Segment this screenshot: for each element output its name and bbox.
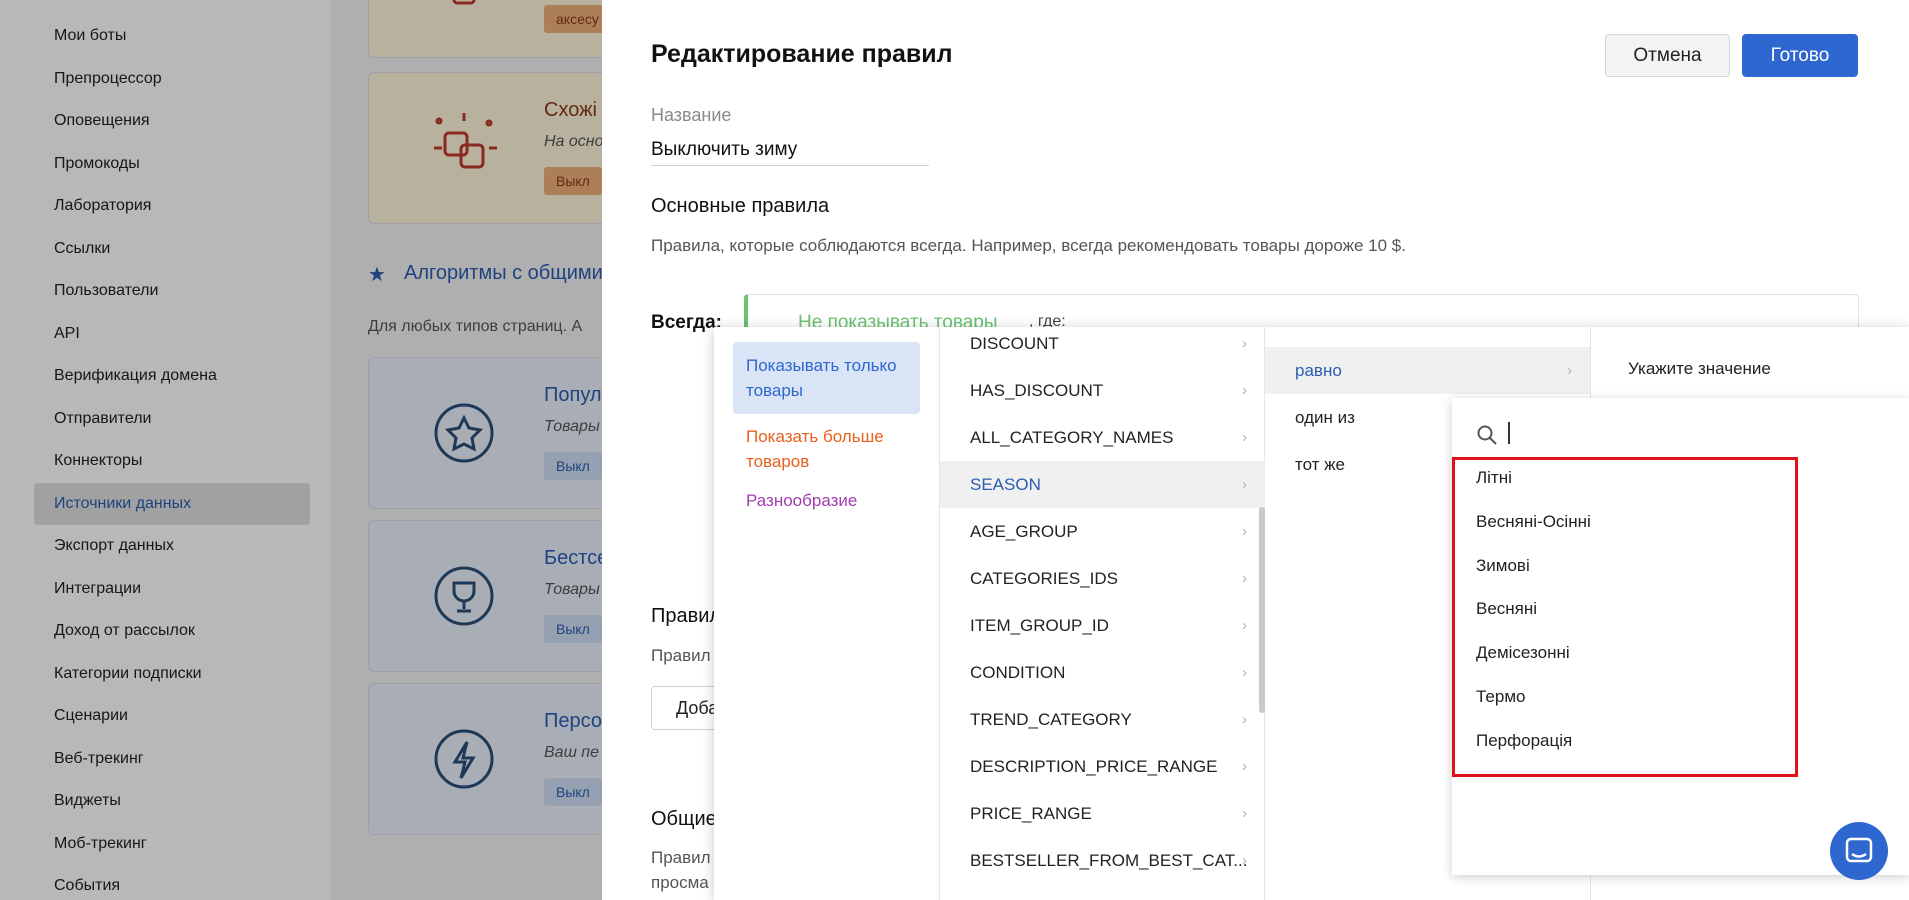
field-option[interactable]: DESCRIPTION_PRICE_RANGE › bbox=[940, 743, 1265, 790]
field-option[interactable]: ITEM_GROUP_ID › bbox=[940, 602, 1265, 649]
chevron-right-icon: › bbox=[1242, 382, 1247, 399]
chevron-right-icon: › bbox=[1242, 758, 1247, 775]
field-option-label: ALL_CATEGORY_NAMES bbox=[970, 428, 1174, 447]
field-option-label: BESTSELLER_FROM_BEST_CAT... bbox=[970, 851, 1248, 870]
operator-label: равно bbox=[1295, 361, 1342, 380]
name-label: Название bbox=[651, 105, 732, 125]
field-option-label: PRICE_RANGE bbox=[970, 804, 1092, 823]
value-prompt: Укажите значение bbox=[1628, 359, 1771, 378]
chevron-right-icon: › bbox=[1242, 335, 1247, 352]
action-show-only[interactable]: Показывать только товары bbox=[733, 342, 920, 414]
chat-button[interactable] bbox=[1830, 822, 1888, 880]
field-option-label: ITEM_GROUP_ID bbox=[970, 616, 1109, 635]
chevron-right-icon: › bbox=[1242, 570, 1247, 587]
highlight-box bbox=[1452, 457, 1798, 777]
field-option[interactable]: PRICE_RANGE › bbox=[940, 790, 1265, 837]
operator-option-selected[interactable]: равно › bbox=[1265, 347, 1590, 394]
rules-section-title: Правил bbox=[651, 605, 722, 627]
general-rules-title: Общие bbox=[651, 808, 717, 830]
field-option-label: DESCRIPTION_PRICE_RANGE bbox=[970, 757, 1218, 776]
general-rules-description: Правил bbox=[651, 848, 711, 867]
operator-label: тот же bbox=[1295, 455, 1346, 474]
rules-section-description: Правил bbox=[651, 646, 711, 665]
field-column: DISCOUNT › HAS_DISCOUNT › ALL_CATEGORY_NAM… bbox=[940, 327, 1265, 900]
cancel-button[interactable]: Отмена bbox=[1605, 34, 1730, 77]
field-option[interactable]: ALL_CATEGORY_NAMES › bbox=[940, 414, 1265, 461]
modal-title: Редактирование правил bbox=[651, 40, 953, 68]
search-icon bbox=[1476, 424, 1498, 446]
chevron-right-icon: › bbox=[1242, 476, 1247, 493]
action-diversity[interactable]: Разнообразие bbox=[733, 477, 920, 524]
chevron-right-icon: › bbox=[1567, 362, 1572, 379]
general-rules-description-line2: просма bbox=[651, 873, 709, 892]
operator-label: один из bbox=[1295, 408, 1355, 427]
search-input-caret[interactable] bbox=[1508, 422, 1510, 444]
field-option-label: CATEGORIES_IDS bbox=[970, 569, 1118, 588]
field-option[interactable]: BESTSELLER_FROM_BEST_CAT... › bbox=[940, 837, 1265, 884]
field-option[interactable]: TREND_CATEGORY › bbox=[940, 696, 1265, 743]
action-show-more[interactable]: Показать больше товаров bbox=[733, 413, 920, 485]
field-option-selected[interactable]: SEASON › bbox=[940, 461, 1265, 508]
chat-icon bbox=[1845, 837, 1873, 863]
basic-rules-title: Основные правила bbox=[651, 195, 830, 217]
field-option-label: SEASON bbox=[970, 475, 1041, 494]
chevron-right-icon: › bbox=[1242, 664, 1247, 681]
field-option-label: AGE_GROUP bbox=[970, 522, 1078, 541]
field-option[interactable]: DISCOUNT › bbox=[940, 327, 1265, 367]
field-option-label: TREND_CATEGORY bbox=[970, 710, 1132, 729]
always-label: Всегда: bbox=[651, 312, 722, 333]
field-option-label: HAS_DISCOUNT bbox=[970, 381, 1104, 400]
done-button[interactable]: Готово bbox=[1742, 34, 1858, 77]
field-option[interactable]: CONDITION › bbox=[940, 649, 1265, 696]
action-column: Показывать только товары Показать больше… bbox=[714, 327, 940, 900]
basic-rules-description: Правила, которые соблюдаются всегда. Нап… bbox=[651, 236, 1406, 255]
field-option[interactable]: AGE_GROUP › bbox=[940, 508, 1265, 555]
field-option-label: DISCOUNT bbox=[970, 334, 1059, 353]
chevron-right-icon: › bbox=[1242, 429, 1247, 446]
field-option-label: CONDITION bbox=[970, 663, 1066, 682]
chevron-right-icon: › bbox=[1242, 852, 1247, 869]
name-input[interactable] bbox=[651, 134, 929, 166]
chevron-right-icon: › bbox=[1242, 617, 1247, 634]
chevron-right-icon: › bbox=[1242, 523, 1247, 540]
field-option[interactable]: CATEGORIES_IDS › bbox=[940, 555, 1265, 602]
chevron-right-icon: › bbox=[1242, 711, 1247, 728]
field-option[interactable]: HAS_DISCOUNT › bbox=[940, 367, 1265, 414]
chevron-right-icon: › bbox=[1242, 805, 1247, 822]
